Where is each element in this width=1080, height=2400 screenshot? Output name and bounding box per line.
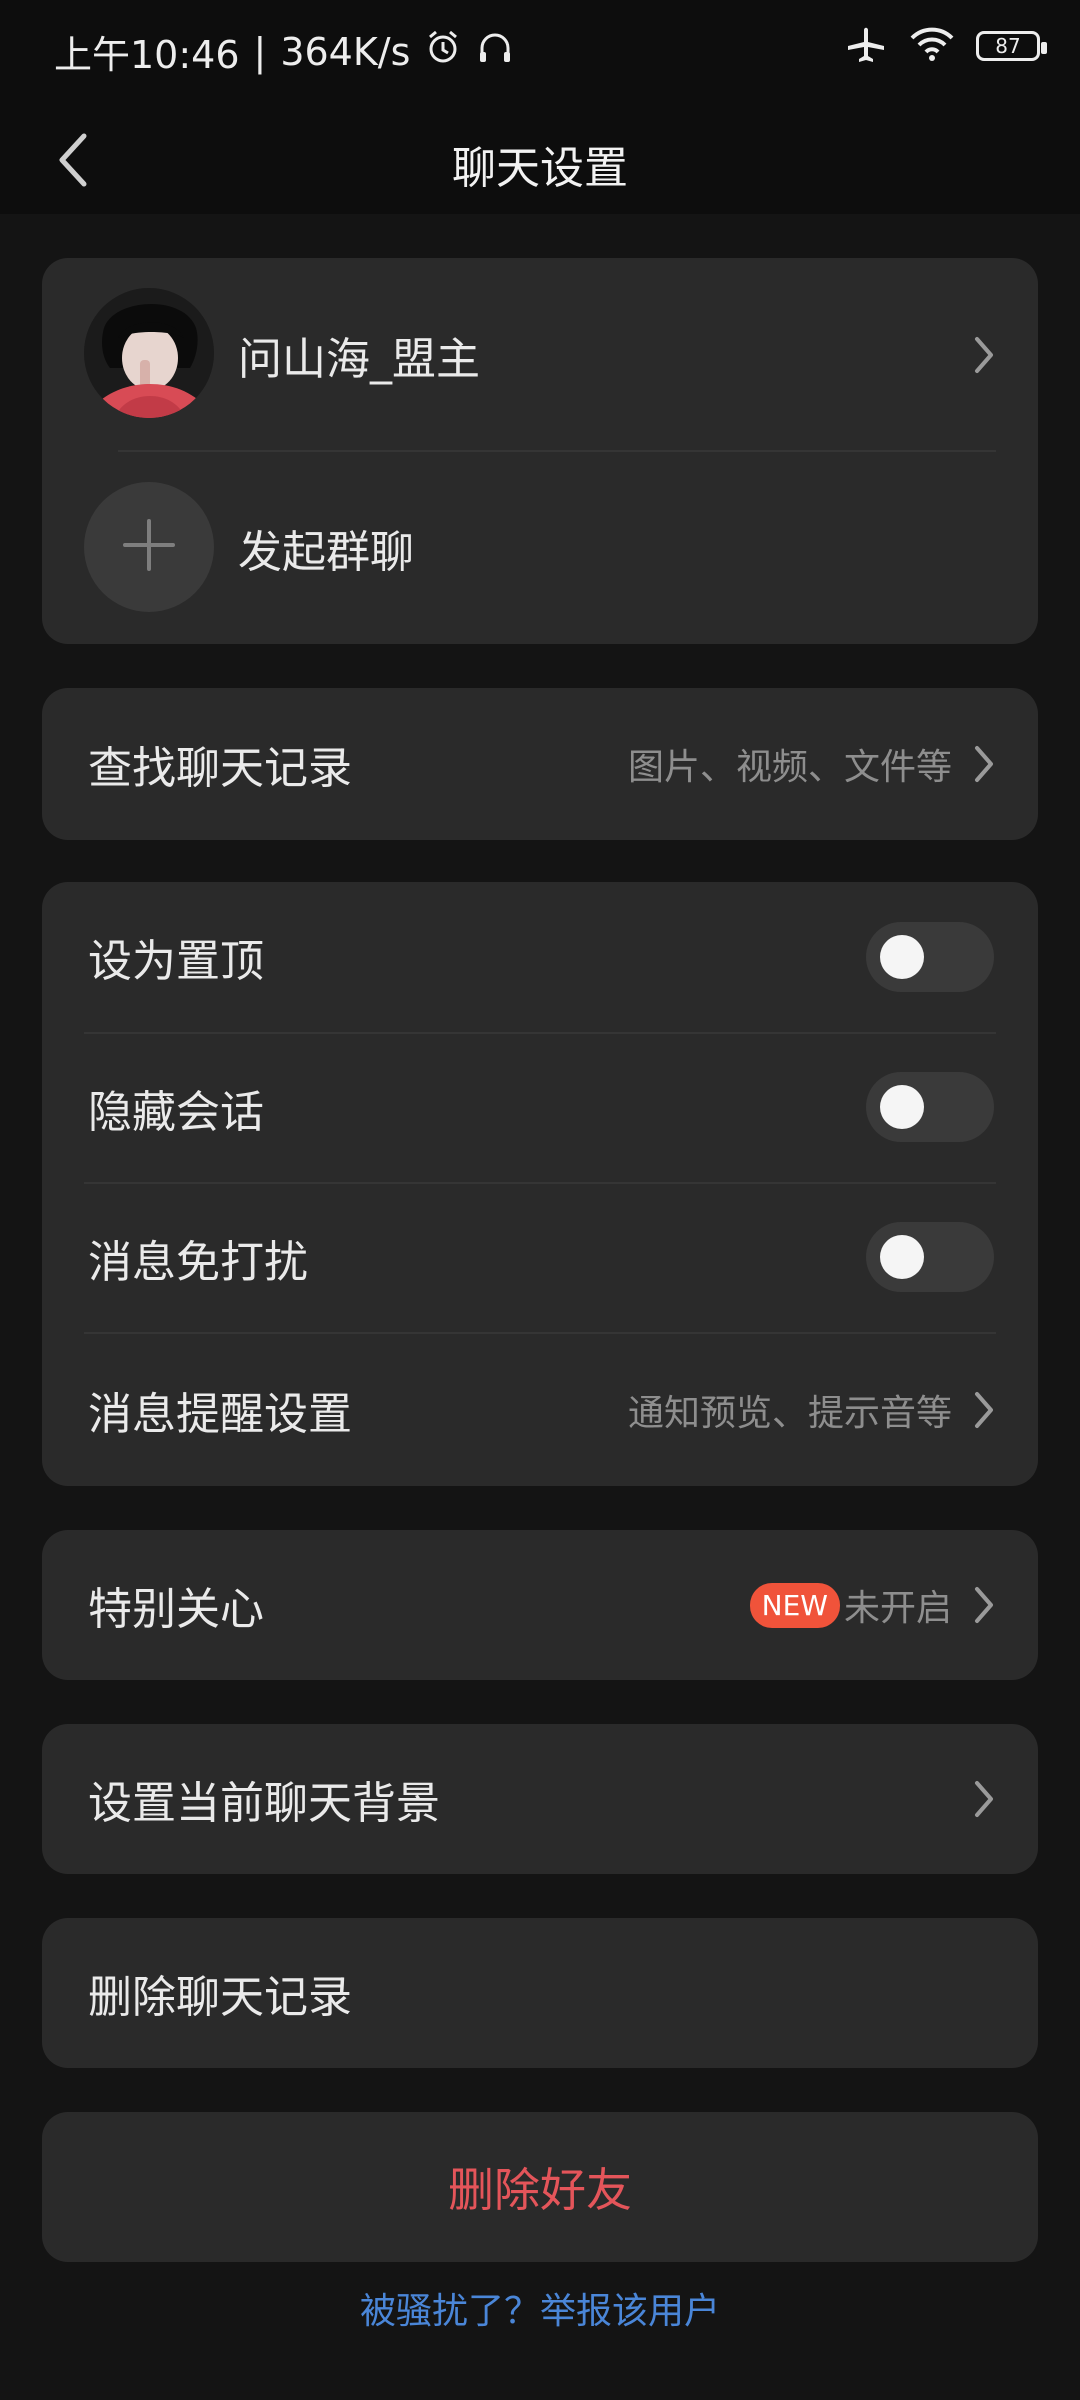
delete-history-card: 删除聊天记录 xyxy=(42,1918,1038,2068)
toggle-knob xyxy=(880,1085,924,1129)
delete-history-row[interactable]: 删除聊天记录 xyxy=(42,1918,1038,2068)
airplane-icon xyxy=(844,22,888,70)
battery-icon: 87 xyxy=(976,31,1047,61)
header: 聊天设置 xyxy=(0,104,1080,214)
pin-label: 设为置顶 xyxy=(88,936,264,987)
delete-history-label: 删除聊天记录 xyxy=(88,1972,352,2023)
status-right: 87 xyxy=(844,22,1047,70)
search-history-hint: 图片、视频、文件等 xyxy=(627,747,952,788)
contact-card: 问山海_盟主 发起群聊 xyxy=(42,258,1038,644)
chevron-right-icon xyxy=(968,1581,1000,1629)
battery-level: 87 xyxy=(995,34,1021,58)
special-care-card: 特别关心 NEW 未开启 xyxy=(42,1530,1038,1680)
chat-background-row[interactable]: 设置当前聊天背景 xyxy=(42,1724,1038,1874)
toggle-knob xyxy=(880,935,924,979)
delete-friend-label: 删除好友 xyxy=(448,2163,632,2217)
notification-settings-hint: 通知预览、提示音等 xyxy=(627,1393,952,1434)
wifi-icon xyxy=(908,24,956,68)
page-title: 聊天设置 xyxy=(452,143,628,194)
notification-settings-row[interactable]: 消息提醒设置 通知预览、提示音等 xyxy=(42,1334,1038,1486)
special-care-label: 特别关心 xyxy=(88,1584,264,1635)
mute-label: 消息免打扰 xyxy=(88,1237,308,1288)
search-history-row[interactable]: 查找聊天记录 图片、视频、文件等 xyxy=(42,688,1038,840)
chevron-right-icon xyxy=(968,331,1000,379)
pin-row: 设为置顶 xyxy=(42,882,1038,1032)
notification-settings-label: 消息提醒设置 xyxy=(88,1389,352,1440)
chevron-right-icon xyxy=(968,740,1000,788)
chat-background-label: 设置当前聊天背景 xyxy=(88,1778,440,1829)
plus-icon xyxy=(121,517,177,577)
avatar[interactable] xyxy=(84,288,214,418)
special-care-status: 未开启 xyxy=(843,1588,952,1629)
toggle-knob xyxy=(880,1235,924,1279)
search-history-card: 查找聊天记录 图片、视频、文件等 xyxy=(42,688,1038,840)
status-bar: 上午10:46 | 364K/s 87 xyxy=(0,0,1080,104)
pin-toggle[interactable] xyxy=(866,922,994,992)
chevron-right-icon xyxy=(968,1386,1000,1434)
status-left: 上午10:46 | 364K/s xyxy=(54,24,514,79)
status-separator: | xyxy=(253,29,267,74)
special-care-row[interactable]: 特别关心 NEW 未开启 xyxy=(42,1530,1038,1680)
status-time: 上午10:46 xyxy=(54,33,240,77)
status-speed: 364K/s xyxy=(280,29,411,74)
search-history-label: 查找聊天记录 xyxy=(88,743,352,794)
hide-chat-row: 隐藏会话 xyxy=(42,1034,1038,1182)
mute-row: 消息免打扰 xyxy=(42,1184,1038,1332)
chat-background-card: 设置当前聊天背景 xyxy=(42,1724,1038,1874)
alarm-icon xyxy=(424,28,462,75)
hide-chat-toggle[interactable] xyxy=(866,1072,994,1142)
report-user-link[interactable]: 被骚扰了？举报该用户 xyxy=(0,2282,1080,2334)
special-care-status-group: NEW 未开启 xyxy=(749,1579,952,1631)
start-group-chat-row[interactable]: 发起群聊 xyxy=(42,452,1038,644)
new-badge: NEW xyxy=(749,1582,840,1628)
hide-chat-label: 隐藏会话 xyxy=(88,1087,264,1138)
contact-row[interactable]: 问山海_盟主 xyxy=(42,258,1038,452)
headset-icon xyxy=(476,28,514,75)
delete-friend-button[interactable]: 删除好友 xyxy=(42,2112,1038,2262)
settings-card: 设为置顶 隐藏会话 消息免打扰 消息提醒设置 通知预览、提示音等 xyxy=(42,882,1038,1486)
start-group-label: 发起群聊 xyxy=(238,527,414,578)
add-group-button[interactable] xyxy=(84,482,214,612)
mute-toggle[interactable] xyxy=(866,1222,994,1292)
contact-name: 问山海_盟主 xyxy=(238,334,480,385)
delete-friend-card: 删除好友 xyxy=(42,2112,1038,2262)
chevron-right-icon xyxy=(968,1775,1000,1823)
